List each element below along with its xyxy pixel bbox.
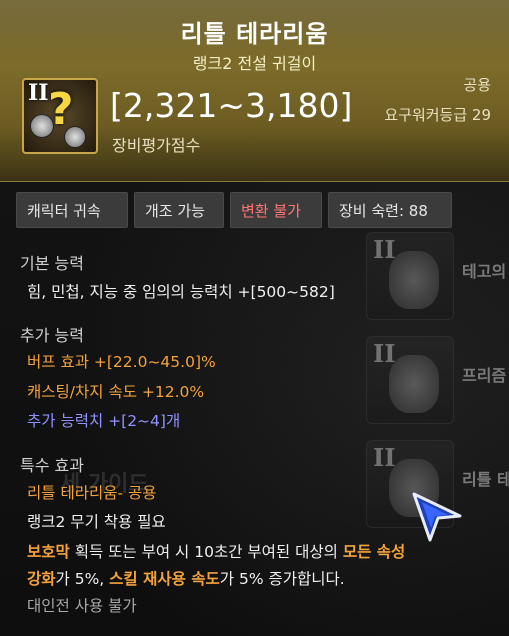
list-item-label: 리틀 테 <box>462 470 509 489</box>
keyword-enhance: 강화 <box>27 570 56 588</box>
item-name: 리틀 테라리움 <box>180 20 329 48</box>
share-type: 공용 <box>463 76 491 94</box>
item-subtitle: 랭크2 전설 귀걸이 <box>192 54 317 73</box>
arrow-cursor-icon <box>412 492 462 542</box>
effect-text: 획득 또는 부여 시 10초간 부여된 대상의 <box>69 543 343 561</box>
tag-equip-proficiency: 장비 숙련: 88 <box>328 192 452 228</box>
item-slot: II <box>366 232 454 320</box>
tooltip-header: 리틀 테라리움 랭크2 전설 귀걸이 ? II [2,321~3,180] 장비… <box>0 0 509 182</box>
requirement-line: 랭크2 무기 착용 필요 <box>27 513 166 531</box>
keyword-shield: 보호막 <box>27 543 70 561</box>
casting-speed-line: 캐스팅/차지 속도 +12.0% <box>27 383 205 401</box>
basic-ability-title: 기본 능력 <box>20 254 84 273</box>
item-icon-slot[interactable]: ? II <box>22 78 98 154</box>
pvp-restriction-line: 대인전 사용 불가 <box>27 597 137 615</box>
question-mark-earring-icon: ? <box>48 84 74 135</box>
keyword-cooldown: 스킬 재사용 속도 <box>109 570 220 588</box>
item-slot: II <box>366 336 454 424</box>
basic-ability-line: 힘, 민첩, 지능 중 임의의 능력치 +[500~582] <box>27 283 335 301</box>
equipment-score-label: 장비평가점수 <box>112 136 201 155</box>
special-effect-title: 특수 효과 <box>20 456 84 475</box>
rank-numeral: II <box>28 80 49 106</box>
required-level: 요구워커등급 29 <box>384 106 491 124</box>
list-item-label: 프리즘 <box>462 366 507 385</box>
extra-stat-line: 추가 능력치 +[2~4]개 <box>27 412 181 430</box>
set-name-line: 리틀 테라리움- 공용 <box>27 484 157 502</box>
effect-text: 가 5%, <box>55 570 110 588</box>
item-icon <box>389 355 439 413</box>
item-icon <box>389 251 439 309</box>
keyword-all-elements: 모든 속성 <box>342 543 406 561</box>
equipment-score: [2,321~3,180] <box>110 86 353 125</box>
extra-ability-title: 추가 능력 <box>20 326 84 345</box>
tag-not-convertible: 변환 불가 <box>230 192 322 228</box>
effect-text: 가 5% 증가합니다. <box>219 570 345 588</box>
effect-line-1: 보호막 획득 또는 부여 시 10초간 부여된 대상의 모든 속성 <box>27 540 405 562</box>
effect-line-2: 강화가 5%, 스킬 재사용 속도가 5% 증가합니다. <box>27 567 345 589</box>
buff-effect-line: 버프 효과 +[22.0~45.0]% <box>27 353 216 371</box>
tag-modifiable: 개조 가능 <box>134 192 224 228</box>
list-item[interactable]: II 테고의 <box>362 232 509 324</box>
tag-character-bound: 캐릭터 귀속 <box>16 192 128 228</box>
list-item-label: 테고의 <box>462 262 507 281</box>
list-item[interactable]: II 프리즘 <box>362 336 509 428</box>
